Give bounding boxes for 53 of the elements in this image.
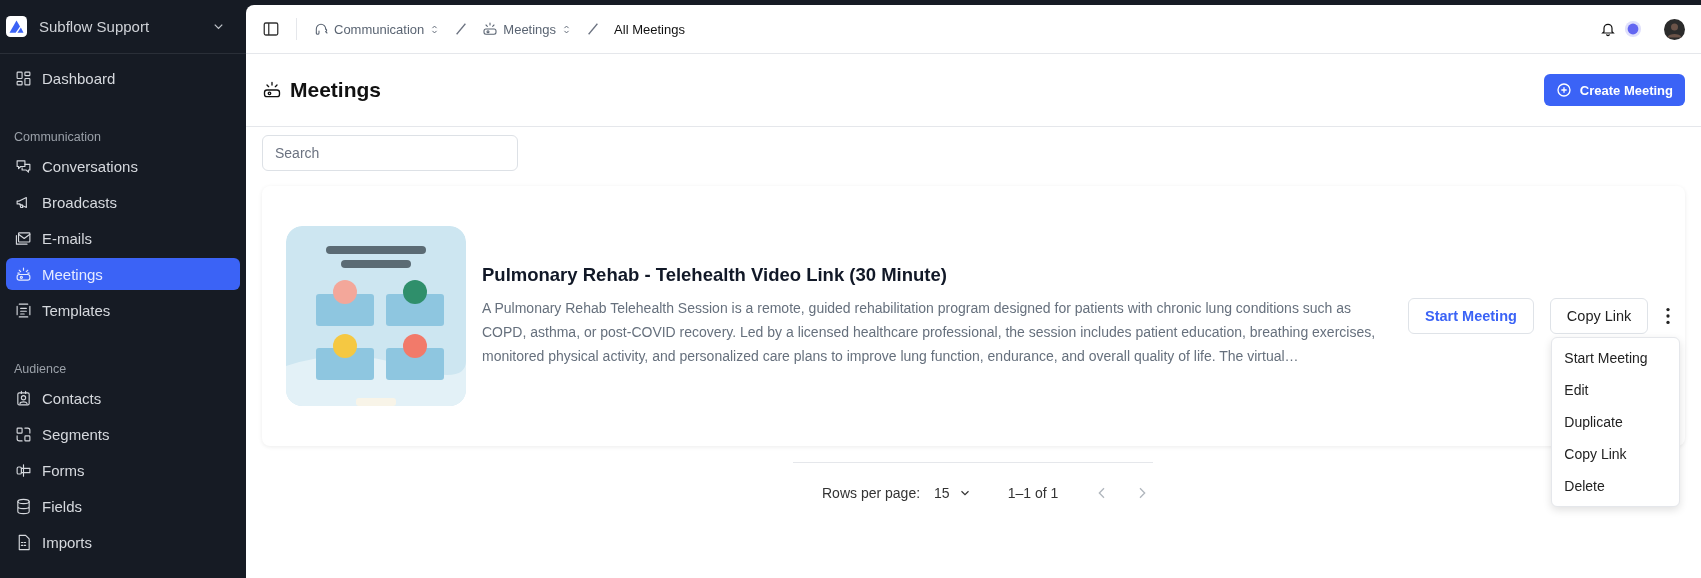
rows-per-page-label: Rows per page: — [822, 485, 921, 501]
nav-icon — [15, 389, 32, 407]
sidebar-item[interactable]: Dashboard — [6, 62, 240, 94]
meetings-icon — [482, 21, 499, 37]
status-dot-icon — [1624, 20, 1642, 38]
rows-per-page-select[interactable]: 15 — [934, 485, 972, 501]
menu-item[interactable]: Duplicate — [1552, 406, 1680, 438]
sidebar-toggle-icon[interactable] — [262, 20, 280, 38]
sidebar-item[interactable]: Imports — [6, 526, 240, 558]
nav-icon — [15, 425, 32, 443]
headset-icon — [313, 21, 329, 37]
search-field[interactable]: Search — [262, 135, 518, 171]
breadcrumb-separator-icon — [586, 22, 601, 36]
section-label: Communication — [13, 129, 102, 146]
start-meeting-button[interactable]: Start Meeting — [1408, 298, 1534, 334]
create-meeting-button[interactable]: Create Meeting — [1543, 74, 1685, 106]
section-label: Audience — [13, 361, 68, 378]
nav-icon — [15, 461, 32, 479]
sidebar-item[interactable]: Templates — [6, 294, 240, 326]
menu-item[interactable]: Copy Link — [1552, 438, 1680, 470]
meeting-title: Pulmonary Rehab - Telehealth Video Link (30 Minute) — [482, 264, 948, 286]
nav-icon — [15, 497, 32, 515]
logo-icon — [6, 16, 27, 37]
menu-item[interactable]: Edit — [1552, 374, 1680, 406]
page-range: 1–1 of 1 — [1007, 485, 1059, 501]
meetings-icon — [262, 80, 282, 100]
more-options-icon[interactable] — [1664, 305, 1673, 327]
sidebar-item[interactable]: Contacts — [6, 382, 240, 414]
nav-icon — [15, 229, 32, 247]
nav-icon — [15, 69, 32, 87]
page-title: Meetings — [290, 78, 381, 102]
bell-icon[interactable] — [1600, 21, 1616, 37]
sidebar-item[interactable]: Segments — [6, 418, 240, 450]
sidebar-item[interactable]: Fields — [6, 490, 240, 522]
sidebar-item[interactable]: Conversations — [6, 150, 240, 182]
breadcrumb-link[interactable]: Meetings — [482, 21, 573, 37]
meeting-description: A Pulmonary Rehab Telehealth Session is a remote, guided rehabilitation program designed for patients with chronic lung conditions such as COPD, asthma, or post-COVID recovery. Led by a licensed healthcare professional, the session includes patient education, breathing exercises, monitored physical activity, and personalized care plans to improve lung function, endurance, and overall quality of life. The virtual… — [482, 299, 1377, 366]
sidebar-item[interactable]: E-mails — [6, 222, 240, 254]
breadcrumb-link[interactable]: Communication — [313, 21, 441, 37]
nav-icon — [15, 265, 32, 283]
menu-item[interactable]: Delete — [1552, 470, 1680, 502]
nav-icon — [15, 157, 32, 175]
sidebar-item[interactable]: Meetings — [6, 258, 240, 290]
workspace-switcher[interactable]: Subflow Support — [0, 0, 246, 54]
sidebar-item[interactable]: Forms — [6, 454, 240, 486]
sidebar-item[interactable]: Broadcasts — [6, 186, 240, 218]
breadcrumb-link[interactable]: All Meetings — [614, 21, 685, 37]
nav-icon — [15, 301, 32, 319]
menu-item[interactable]: Start Meeting — [1552, 342, 1680, 374]
avatar-icon[interactable] — [1664, 18, 1685, 40]
breadcrumb-separator-icon — [454, 22, 469, 36]
copy-link-button[interactable]: Copy Link — [1549, 298, 1649, 334]
plus-circle-icon — [1555, 82, 1572, 98]
